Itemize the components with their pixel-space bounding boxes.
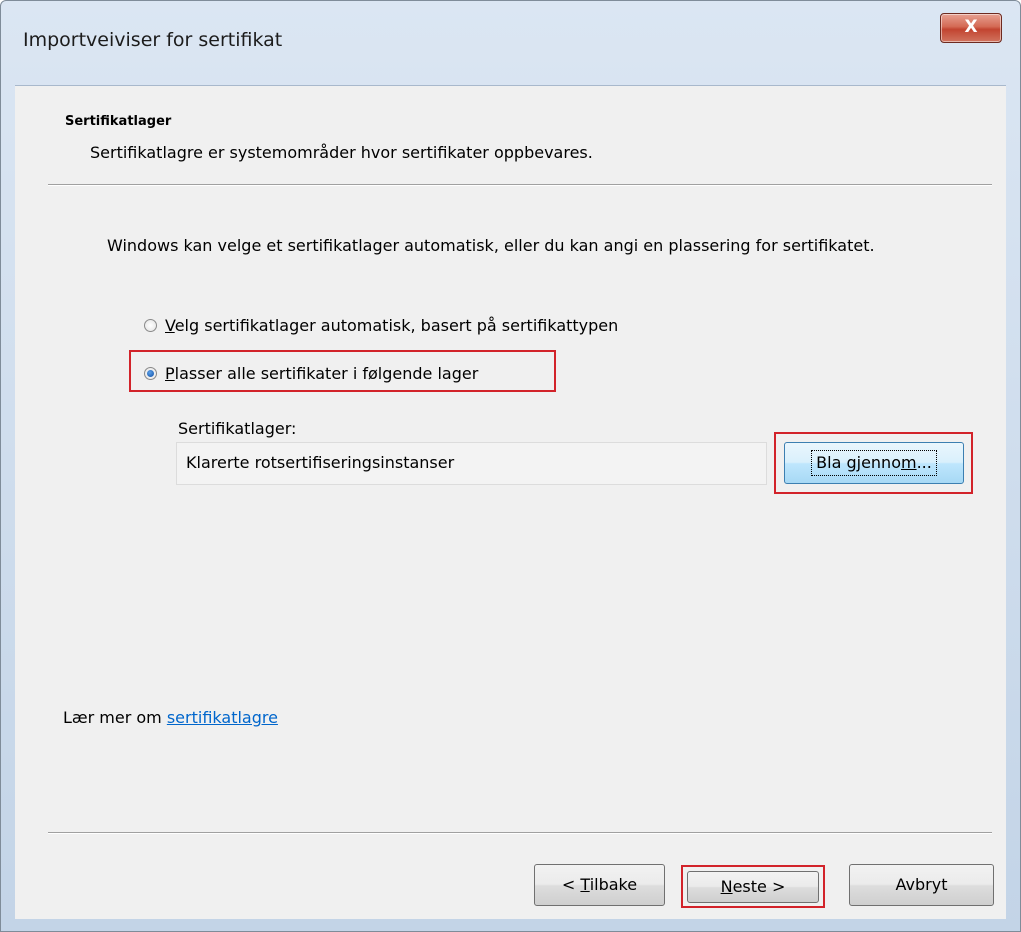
learn-more-link[interactable]: sertifikatlagre	[167, 708, 278, 727]
option-auto-store[interactable]: Velg sertifikatlager automatisk, basert …	[144, 316, 618, 335]
option-auto-label: Velg sertifikatlager automatisk, basert …	[165, 316, 619, 335]
close-button[interactable]: X	[940, 13, 1002, 43]
footer-separator	[48, 832, 992, 834]
highlight-browse-button	[774, 432, 973, 494]
intro-text: Windows kan velge et sertifikatlager aut…	[107, 236, 875, 255]
cancel-button[interactable]: Avbryt	[849, 864, 994, 906]
highlight-next-button	[681, 865, 825, 908]
store-field: Klarerte rotsertifiseringsinstanser	[176, 442, 767, 485]
dialog-client-area: Sertifikatlager Sertifikatlagre er syste…	[15, 85, 1006, 919]
window-title: Importveiviser for sertifikat	[23, 29, 283, 51]
title-bar[interactable]: Importveiviser for sertifikat X	[1, 1, 1020, 85]
wizard-header: Sertifikatlager Sertifikatlagre er syste…	[15, 86, 1006, 182]
back-button[interactable]: < Tilbake	[534, 864, 665, 906]
close-icon: X	[964, 17, 978, 37]
radio-unchecked-icon[interactable]	[144, 319, 157, 332]
header-separator	[48, 184, 992, 186]
cancel-button-label: Avbryt	[895, 875, 948, 894]
page-description: Sertifikatlagre er systemområder hvor se…	[90, 143, 593, 162]
import-wizard-window: Importveiviser for sertifikat X Sertifik…	[0, 0, 1021, 932]
highlight-manual-option	[129, 350, 556, 392]
back-button-label: < Tilbake	[561, 875, 638, 894]
learn-more: Lær mer om sertifikatlagre	[63, 708, 278, 727]
page-title: Sertifikatlager	[65, 114, 172, 129]
store-label: Sertifikatlager:	[178, 419, 297, 438]
learn-more-prefix: Lær mer om	[63, 708, 167, 727]
